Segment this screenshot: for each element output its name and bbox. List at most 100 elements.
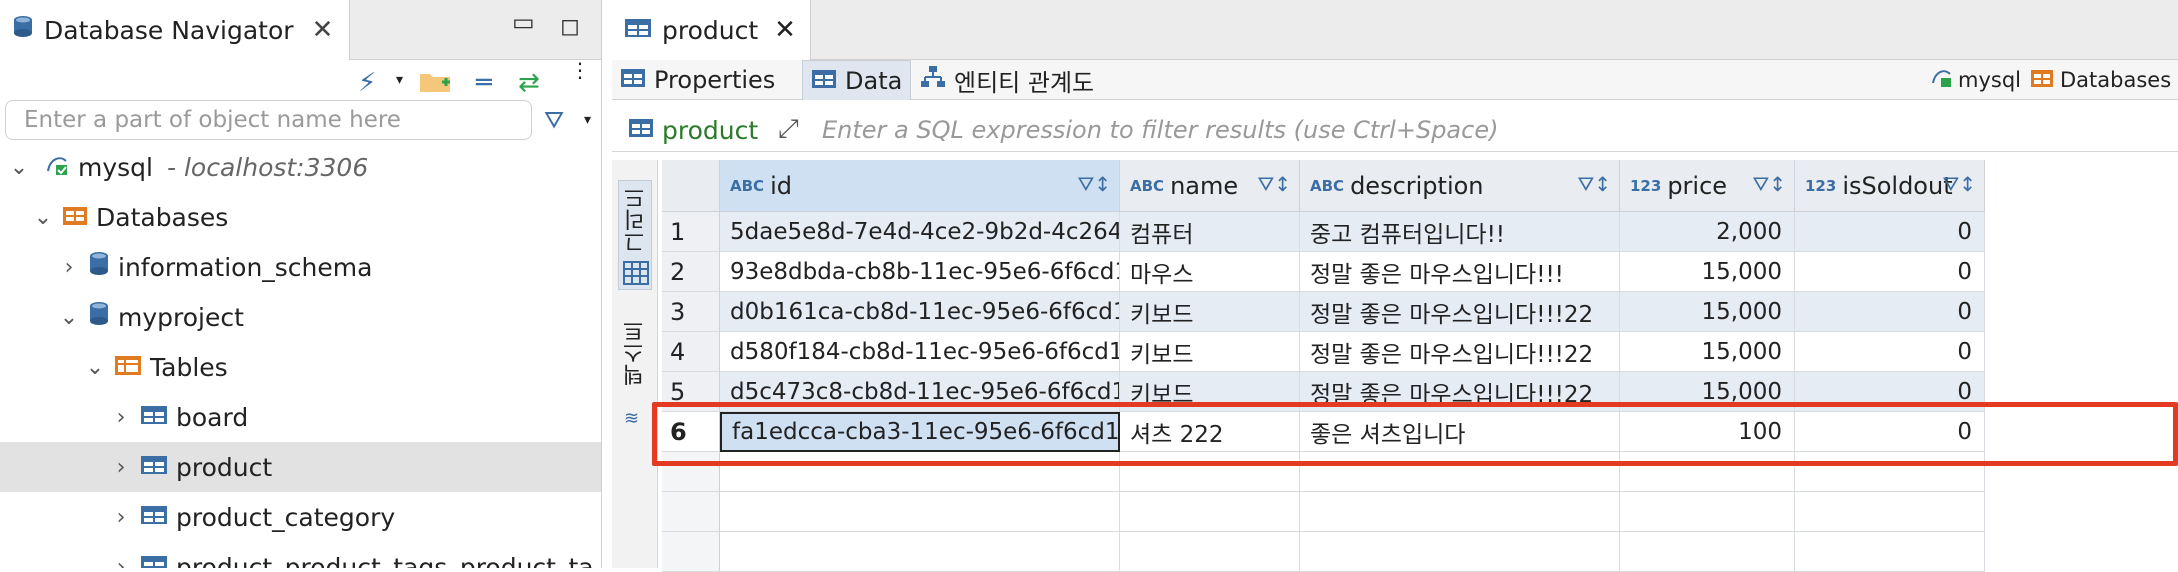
data-grid-icon bbox=[811, 67, 837, 95]
close-tab-icon[interactable]: ✕ bbox=[774, 15, 796, 45]
tree-item-product[interactable]: › product bbox=[0, 442, 601, 492]
connection-label: mysql bbox=[1958, 68, 2021, 92]
new-folder-icon[interactable] bbox=[418, 68, 452, 101]
tab-data[interactable]: Data bbox=[802, 60, 912, 100]
cell-id[interactable]: d580f184-cb8d-11ec-95e6-6f6cd1d3adeb bbox=[720, 332, 1120, 372]
maximize-icon[interactable]: ◻ bbox=[560, 12, 580, 40]
more-options-icon[interactable]: ⋮ bbox=[570, 60, 590, 80]
tab-label: Properties bbox=[654, 66, 776, 94]
tab-text-view[interactable]: 텍스트 ≋ bbox=[618, 320, 652, 440]
tree-item-board[interactable]: › board bbox=[0, 392, 601, 442]
tab-product[interactable]: product ✕ bbox=[612, 0, 811, 60]
tab-database-navigator[interactable]: Database Navigator ✕ bbox=[0, 0, 351, 60]
filter-table-label: product bbox=[662, 116, 759, 145]
filter-dropdown-icon[interactable]: ▾ bbox=[584, 112, 591, 128]
tables-folder-icon bbox=[114, 353, 142, 382]
cell-description[interactable]: 정말 좋은 마우스입니다!!! bbox=[1300, 252, 1620, 292]
table-icon bbox=[140, 503, 168, 532]
filter-bar: product ⤢ Enter a SQL expression to filt… bbox=[612, 108, 2178, 152]
cell-id[interactable]: 5dae5e8d-7e4d-4ce2-9b2d-4c264907ffa2 bbox=[720, 212, 1120, 252]
empty-cell bbox=[720, 532, 1120, 572]
dropdown-arrow-icon[interactable]: ▾ bbox=[396, 72, 403, 88]
properties-icon bbox=[620, 66, 646, 94]
highlight-annotation-box bbox=[652, 402, 2178, 466]
connect-plug-icon[interactable]: ⚡ bbox=[358, 68, 376, 98]
cell-issoldout[interactable]: 0 bbox=[1795, 332, 1985, 372]
tree-item-tables[interactable]: ⌄ Tables bbox=[0, 342, 601, 392]
cell-description[interactable]: 중고 컴퓨터입니다!! bbox=[1300, 212, 1620, 252]
databases-link[interactable]: Databases bbox=[2022, 60, 2178, 100]
chevron-right-icon[interactable]: › bbox=[110, 555, 132, 569]
row-number[interactable]: 4 bbox=[662, 332, 720, 372]
column-header-name[interactable]: ABC name ⛛↕ bbox=[1120, 160, 1300, 212]
column-header-id[interactable]: ABC id ⛛↕ bbox=[720, 160, 1120, 212]
empty-cell bbox=[1120, 532, 1300, 572]
tree-item-product-category[interactable]: › product_category bbox=[0, 492, 601, 542]
text-tab-label: 텍스트 bbox=[623, 320, 648, 386]
chevron-right-icon[interactable]: › bbox=[110, 455, 132, 480]
column-filter-sort-icon[interactable]: ⛛↕ bbox=[1257, 172, 1291, 196]
chevron-right-icon[interactable]: › bbox=[110, 405, 132, 430]
cell-issoldout[interactable]: 0 bbox=[1795, 292, 1985, 332]
cell-description[interactable]: 정말 좋은 마우스입니다!!!22 bbox=[1300, 332, 1620, 372]
cell-name[interactable]: 키보드 bbox=[1120, 292, 1300, 332]
expand-filter-icon[interactable]: ⤢ bbox=[778, 114, 799, 145]
row-number[interactable]: 3 bbox=[662, 292, 720, 332]
databases-folder-icon bbox=[2030, 66, 2054, 94]
chevron-right-icon[interactable]: › bbox=[58, 255, 80, 280]
column-filter-sort-icon[interactable]: ⛛↕ bbox=[1752, 172, 1786, 196]
cell-name[interactable]: 마우스 bbox=[1120, 252, 1300, 292]
tree-label: board bbox=[176, 402, 249, 432]
column-header-description[interactable]: ABC description ⛛↕ bbox=[1300, 160, 1620, 212]
cell-id[interactable]: 93e8dbda-cb8b-11ec-95e6-6f6cd1d3adeb bbox=[720, 252, 1120, 292]
close-tab-icon[interactable]: ✕ bbox=[312, 15, 334, 45]
chevron-right-icon[interactable]: › bbox=[110, 505, 132, 530]
tab-grid-view[interactable]: 그리드 bbox=[618, 180, 652, 290]
tree-item-databases[interactable]: ⌄ Databases bbox=[0, 192, 601, 242]
cell-price[interactable]: 15,000 bbox=[1620, 332, 1795, 372]
empty-cell bbox=[1795, 532, 1985, 572]
minimize-icon[interactable]: ▭ bbox=[512, 8, 535, 36]
cell-issoldout[interactable]: 0 bbox=[1795, 212, 1985, 252]
tree-label: product bbox=[176, 452, 273, 482]
column-header-price[interactable]: 123 price ⛛↕ bbox=[1620, 160, 1795, 212]
mysql-connection-link[interactable]: mysql bbox=[1922, 60, 2029, 100]
filter-icon[interactable]: ⛛ bbox=[544, 106, 564, 134]
chevron-down-icon[interactable]: ⌄ bbox=[58, 305, 80, 330]
tab-er-diagram[interactable]: 엔티티 관계도 bbox=[912, 60, 1102, 100]
column-filter-sort-icon[interactable]: ⛛↕ bbox=[1577, 172, 1611, 196]
cell-price[interactable]: 15,000 bbox=[1620, 252, 1795, 292]
sql-filter-input[interactable]: Enter a SQL expression to filter results… bbox=[822, 116, 1498, 144]
cell-price[interactable]: 2,000 bbox=[1620, 212, 1795, 252]
chevron-down-icon[interactable]: ⌄ bbox=[32, 205, 54, 230]
collapse-all-icon[interactable]: ═ bbox=[476, 68, 492, 98]
cell-id[interactable]: d0b161ca-cb8d-11ec-95e6-6f6cd1d3adeb bbox=[720, 292, 1120, 332]
cell-price[interactable]: 15,000 bbox=[1620, 292, 1795, 332]
link-with-editor-icon[interactable]: ⇄ bbox=[518, 68, 540, 98]
chevron-down-icon[interactable]: ⌄ bbox=[8, 155, 30, 180]
empty-cell bbox=[1120, 492, 1300, 532]
column-header-issoldout[interactable]: 123 isSoldout ⛛↕ bbox=[1795, 160, 1985, 212]
tree-item-myproject[interactable]: ⌄ myproject bbox=[0, 292, 601, 342]
table-icon bbox=[624, 16, 652, 45]
chevron-down-icon[interactable]: ⌄ bbox=[84, 355, 106, 380]
column-filter-sort-icon[interactable]: ⛛↕ bbox=[1942, 172, 1976, 196]
tab-properties[interactable]: Properties bbox=[612, 60, 783, 100]
cell-name[interactable]: 키보드 bbox=[1120, 332, 1300, 372]
empty-cell bbox=[1620, 492, 1795, 532]
tree-item-mysql-connection[interactable]: ⌄ mysql - localhost:3306 bbox=[0, 142, 601, 192]
editor-subtabs: Properties Data 엔티티 관계도 mysql Databases bbox=[612, 60, 2178, 100]
tree-item-information-schema[interactable]: › information_schema bbox=[0, 242, 601, 292]
cell-name[interactable]: 컴퓨터 bbox=[1120, 212, 1300, 252]
object-search-input[interactable]: Enter a part of object name here bbox=[5, 100, 532, 140]
text-type-icon: ABC bbox=[1130, 176, 1165, 195]
cell-issoldout[interactable]: 0 bbox=[1795, 252, 1985, 292]
empty-cell bbox=[1300, 492, 1620, 532]
cell-description[interactable]: 정말 좋은 마우스입니다!!!22 bbox=[1300, 292, 1620, 332]
column-filter-sort-icon[interactable]: ⛛↕ bbox=[1077, 172, 1111, 196]
database-icon bbox=[88, 301, 110, 333]
row-number[interactable]: 2 bbox=[662, 252, 720, 292]
tree-item-product-product-tags[interactable]: › product_product_tags_product_ta bbox=[0, 542, 601, 569]
view-mode-strip: 그리드 텍스트 ≋ bbox=[612, 160, 658, 568]
row-number[interactable]: 1 bbox=[662, 212, 720, 252]
